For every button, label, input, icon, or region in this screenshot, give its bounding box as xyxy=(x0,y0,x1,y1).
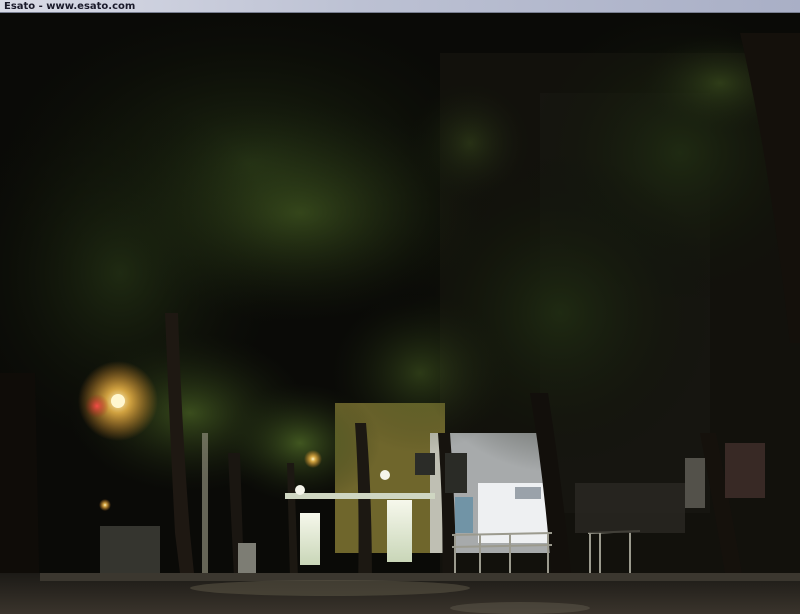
photo-canvas xyxy=(0,13,800,614)
fence xyxy=(575,483,685,533)
window-title: Esato - www.esato.com xyxy=(4,1,136,12)
electrical-box xyxy=(238,543,256,575)
window-titlebar: Esato - www.esato.com xyxy=(0,0,800,13)
kiosk xyxy=(100,526,160,576)
lamp-pole xyxy=(202,433,208,583)
night-street-photo xyxy=(0,13,800,614)
shelter-light-2 xyxy=(380,470,390,480)
sign-board xyxy=(445,453,467,493)
curb xyxy=(40,573,800,581)
poster-panel xyxy=(455,497,473,533)
striped-post xyxy=(685,458,705,508)
lens-flare xyxy=(85,394,109,418)
distant-lamp-left xyxy=(99,499,111,511)
lit-foliage-top-mid xyxy=(410,83,530,203)
bus-shelter-roof xyxy=(285,493,435,499)
bus-shelter-panel-right xyxy=(387,500,412,562)
building-window xyxy=(515,487,541,499)
road-reflection xyxy=(190,580,470,596)
distant-lamp xyxy=(304,450,322,468)
shelter-light-1 xyxy=(295,485,305,495)
road-reflection-2 xyxy=(450,602,590,614)
bus-stop-sign xyxy=(415,453,435,475)
red-sign xyxy=(725,443,765,498)
street-lamp xyxy=(111,394,125,408)
bus-shelter-panel-left xyxy=(300,513,320,565)
